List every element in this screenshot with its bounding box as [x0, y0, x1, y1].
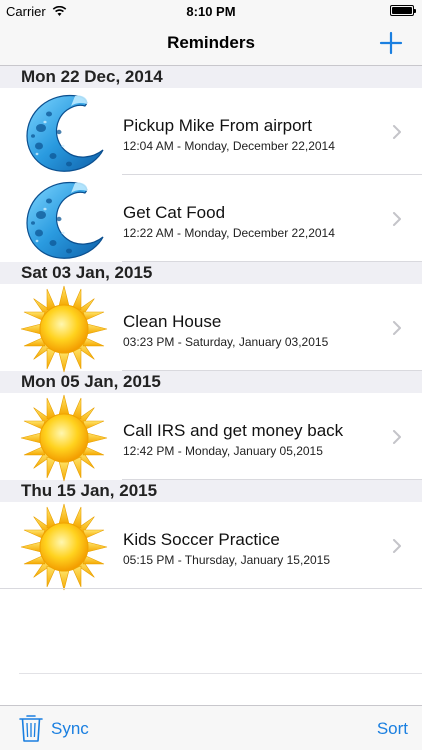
- reminder-row[interactable]: Clean House 03:23 PM - Saturday, January…: [0, 284, 422, 371]
- chevron-right-icon: [392, 125, 402, 139]
- sun-icon: [19, 393, 109, 483]
- reminder-row[interactable]: Get Cat Food 12:22 AM - Monday, December…: [0, 175, 422, 262]
- add-reminder-button[interactable]: [376, 28, 406, 58]
- bottom-toolbar: Sync Sort: [0, 705, 422, 750]
- chevron-right-icon: [392, 539, 402, 553]
- reminder-datetime: 12:42 PM - Monday, January 05,2015: [123, 444, 323, 458]
- reminder-datetime: 12:04 AM - Monday, December 22,2014: [123, 139, 335, 153]
- plus-icon: [379, 31, 403, 55]
- section-header: Mon 22 Dec, 2014: [0, 66, 422, 88]
- reminder-row[interactable]: Call IRS and get money back 12:42 PM - M…: [0, 393, 422, 480]
- section-header: Mon 05 Jan, 2015: [0, 371, 422, 393]
- reminder-datetime: 03:23 PM - Saturday, January 03,2015: [123, 335, 329, 349]
- reminder-title: Kids Soccer Practice: [123, 530, 280, 549]
- sun-icon: [19, 284, 109, 374]
- page-title: Reminders: [167, 33, 255, 52]
- sun-icon: [19, 502, 109, 592]
- chevron-right-icon: [392, 430, 402, 444]
- reminder-title: Pickup Mike From airport: [123, 116, 312, 135]
- reminders-screen: Carrier 8:10 PM Reminders Mon 22 Dec, 20…: [0, 0, 422, 750]
- reminder-datetime: 05:15 PM - Thursday, January 15,2015: [123, 553, 331, 567]
- reminder-title: Clean House: [123, 312, 222, 331]
- reminder-list[interactable]: Mon 22 Dec, 2014 Pickup Mike From airpor…: [0, 66, 422, 589]
- status-time: 8:10 PM: [186, 4, 236, 19]
- reminder-datetime: 12:22 AM - Monday, December 22,2014: [123, 226, 335, 240]
- sync-button[interactable]: Sync: [51, 719, 89, 739]
- reminder-row[interactable]: Pickup Mike From airport 12:04 AM - Mond…: [0, 88, 422, 175]
- battery-icon: [390, 5, 416, 16]
- chevron-right-icon: [392, 321, 402, 335]
- navigation-bar: Reminders: [0, 22, 422, 66]
- moon-icon: [19, 88, 109, 178]
- section-header: Sat 03 Jan, 2015: [0, 262, 422, 284]
- chevron-right-icon: [392, 212, 402, 226]
- status-bar: Carrier 8:10 PM: [0, 0, 422, 22]
- list-divider: [19, 673, 422, 674]
- reminder-title: Get Cat Food: [123, 203, 226, 222]
- reminder-row[interactable]: Kids Soccer Practice 05:15 PM - Thursday…: [0, 502, 422, 589]
- moon-icon: [19, 175, 109, 265]
- section-header: Thu 15 Jan, 2015: [0, 480, 422, 502]
- reminder-title: Call IRS and get money back: [123, 421, 344, 440]
- trash-icon[interactable]: [18, 713, 44, 743]
- battery-level: [392, 7, 412, 14]
- sort-button[interactable]: Sort: [377, 719, 408, 739]
